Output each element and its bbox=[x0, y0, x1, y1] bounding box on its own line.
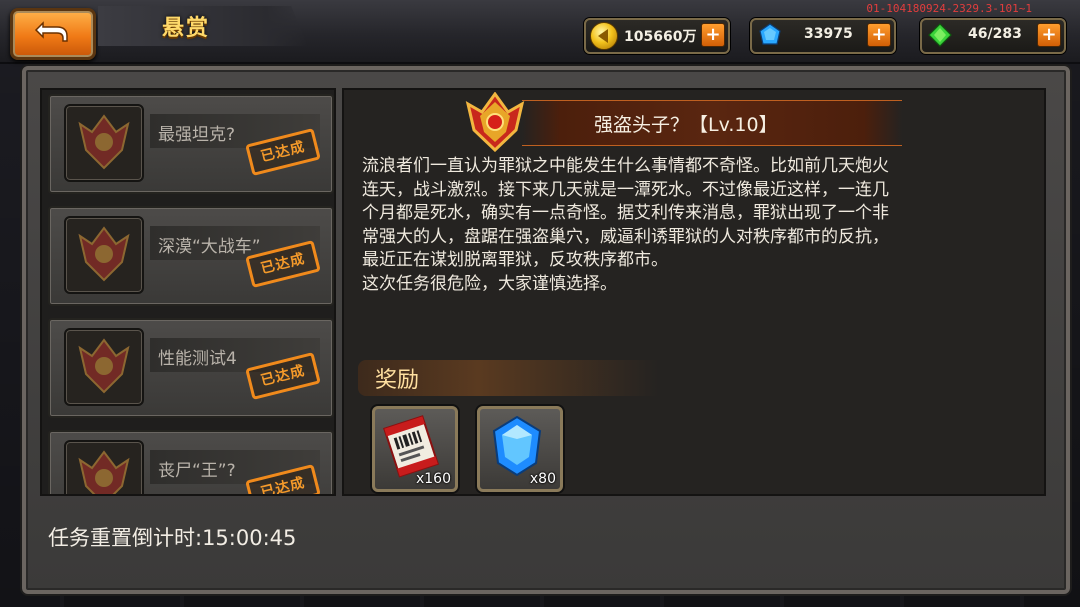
quest-item[interactable]: 深漠“大战车” 已达成 bbox=[48, 206, 334, 306]
quest-item[interactable]: 性能测试4 已达成 bbox=[48, 318, 334, 418]
version-text: 01-104180924-2329.3-101~1 bbox=[866, 2, 1032, 15]
reward-item[interactable]: x160 bbox=[372, 406, 458, 492]
reward-item[interactable]: x80 bbox=[477, 406, 563, 492]
energy-value: 46/283 bbox=[968, 26, 1022, 42]
quest-title: 强盗头子？【Lv.10】 bbox=[594, 114, 778, 136]
quest-name: 深漠“大战车” bbox=[158, 237, 261, 257]
quest-name: 最强坦克? bbox=[158, 125, 236, 145]
quest-name: 丧尸“王”? bbox=[158, 461, 236, 481]
blue-diamond-icon bbox=[759, 23, 781, 45]
quest-icon-frame bbox=[64, 328, 144, 406]
back-button[interactable] bbox=[10, 8, 96, 60]
quest-description: 流浪者们一直认为罪狱之中能发生什么事情都不奇怪。比如前几天炮火 连天，战斗激烈。… bbox=[362, 155, 1022, 296]
gold-value: 105660万 bbox=[624, 29, 697, 45]
description-line: 连天，战斗激烈。接下来几天就是一潭死水。不过像最近这样，一连几 bbox=[362, 179, 889, 200]
rank-badge-icon bbox=[78, 450, 130, 494]
gold-resource: 105660万 + bbox=[584, 18, 730, 54]
reward-count: x160 bbox=[415, 471, 451, 487]
quest-item[interactable]: 丧尸“王”? 已达成 bbox=[48, 430, 334, 494]
reward-count: x80 bbox=[529, 471, 556, 487]
description-line: 流浪者们一直认为罪狱之中能发生什么事情都不奇怪。比如前几天炮火 bbox=[362, 156, 889, 176]
top-bar: 悬赏 01-104180924-2329.3-101~1 105660万 + 3… bbox=[0, 0, 1080, 64]
diamond-value: 33975 bbox=[804, 26, 853, 42]
page-title: 悬赏 bbox=[162, 16, 211, 41]
rank-badge-icon bbox=[465, 92, 525, 152]
rank-badge-icon bbox=[78, 226, 130, 282]
back-arrow-icon bbox=[34, 21, 68, 42]
diamond-resource: 33975 + bbox=[750, 18, 896, 54]
rank-badge-icon bbox=[78, 114, 130, 170]
quest-name: 性能测试4 bbox=[158, 349, 237, 369]
quest-item[interactable]: 最强坦克? 已达成 bbox=[48, 94, 334, 194]
rank-badge-icon bbox=[78, 338, 130, 394]
add-energy-button[interactable]: + bbox=[1037, 23, 1061, 47]
add-gold-button[interactable]: + bbox=[701, 23, 725, 47]
description-line: 常强大的人，盘踞在强盗巢穴，威逼利诱罪狱的人对秩序都市的反抗， bbox=[362, 226, 889, 247]
quest-icon-frame bbox=[64, 216, 144, 294]
description-line: 个月都是死水，确实有一点奇怪。据艾利传来消息，罪狱出现了一个非 bbox=[362, 203, 889, 223]
quest-list[interactable]: 最强坦克? 已达成 深漠“大战车” 已达成 性能测试4 已达成 丧尸“王”? 已… bbox=[40, 88, 336, 496]
description-line: 最近正在谋划脱离罪狱，反攻秩序都市。 bbox=[362, 250, 668, 270]
quest-icon-frame bbox=[64, 104, 144, 182]
description-line: 这次任务很危险，大家谨慎选择。 bbox=[362, 273, 617, 294]
coin-icon bbox=[590, 22, 618, 50]
reset-countdown: 任务重置倒计时:15:00:45 bbox=[48, 526, 297, 550]
green-gem-icon bbox=[928, 23, 952, 47]
reward-label: 奖励 bbox=[375, 368, 420, 393]
add-diamond-button[interactable]: + bbox=[867, 23, 891, 47]
energy-resource: 46/283 + bbox=[920, 18, 1066, 54]
quest-icon-frame bbox=[64, 440, 144, 494]
